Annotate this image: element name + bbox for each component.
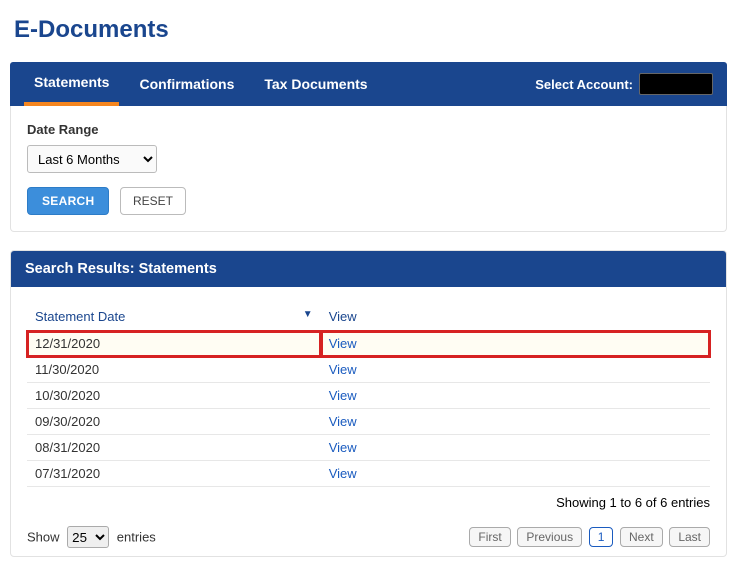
cell-date: 09/30/2020 [27,409,321,435]
view-link[interactable]: View [329,362,357,377]
select-account-label: Select Account: [535,77,633,92]
view-link[interactable]: View [329,440,357,455]
pager-next[interactable]: Next [620,527,663,547]
cell-view: View [321,357,710,383]
entries-select[interactable]: 25 [67,526,109,548]
pager-previous[interactable]: Previous [517,527,582,547]
cell-view: View [321,383,710,409]
show-entries: Show 25 entries [27,526,156,548]
table-row: 10/30/2020 View [27,383,710,409]
tab-tax-documents[interactable]: Tax Documents [254,62,377,106]
showing-info: Showing 1 to 6 of 6 entries [27,495,710,510]
page-title: E-Documents [14,16,727,44]
pager-first[interactable]: First [469,527,510,547]
col-header-view: View [321,303,710,331]
select-account-dropdown[interactable] [639,73,713,95]
cell-date: 12/31/2020 [27,331,321,357]
date-range-label: Date Range [27,122,710,137]
table-row: 09/30/2020 View [27,409,710,435]
view-link[interactable]: View [329,414,357,429]
table-row: 07/31/2020 View [27,461,710,487]
cell-view: View [321,409,710,435]
cell-view: View [321,461,710,487]
filter-panel: Date Range Last 6 Months SEARCH RESET [10,106,727,232]
sort-desc-icon: ▼ [303,309,313,320]
table-row: 12/31/2020 View [27,331,710,357]
nav-tabs: Statements Confirmations Tax Documents S… [10,62,727,106]
view-link[interactable]: View [329,466,357,481]
search-button[interactable]: SEARCH [27,187,109,215]
col-header-date[interactable]: Statement Date ▼ [27,303,321,331]
cell-date: 08/31/2020 [27,435,321,461]
view-link[interactable]: View [329,388,357,403]
results-panel: Search Results: Statements Statement Dat… [10,250,727,557]
results-header: Search Results: Statements [11,251,726,287]
pager-page-1[interactable]: 1 [589,527,614,547]
cell-view: View [321,435,710,461]
table-row: 11/30/2020 View [27,357,710,383]
view-link[interactable]: View [329,336,357,351]
cell-date: 10/30/2020 [27,383,321,409]
date-range-select[interactable]: Last 6 Months [27,145,157,173]
tab-statements[interactable]: Statements [24,62,119,106]
tab-confirmations[interactable]: Confirmations [129,62,244,106]
results-table: Statement Date ▼ View 12/31/2020View11/3… [27,303,710,487]
cell-view: View [321,331,710,357]
table-row: 08/31/2020 View [27,435,710,461]
cell-date: 11/30/2020 [27,357,321,383]
reset-button[interactable]: RESET [120,187,186,215]
pager-last[interactable]: Last [669,527,710,547]
cell-date: 07/31/2020 [27,461,321,487]
